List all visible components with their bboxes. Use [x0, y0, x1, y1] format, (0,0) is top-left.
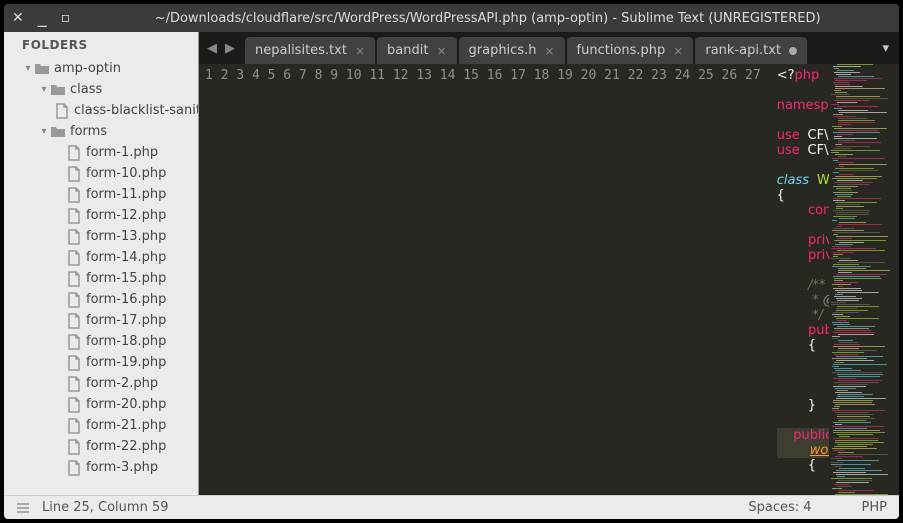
- nav-back-icon[interactable]: ◀: [203, 41, 221, 56]
- tree-item-label: form-22.php: [86, 439, 166, 454]
- tree-item-label: form-11.php: [86, 187, 166, 202]
- tree-file[interactable]: form-19.php: [4, 352, 198, 373]
- tree-folder[interactable]: ▾ forms: [4, 121, 198, 142]
- code-editor[interactable]: <?php namespace CF\WordPress; use CF\Int…: [771, 64, 829, 495]
- tree-item-label: form-10.php: [86, 166, 166, 181]
- folder-tree[interactable]: ▾ amp-optin ▾ class class-blacklist-sanitize…: [4, 58, 198, 495]
- tree-file[interactable]: form-14.php: [4, 247, 198, 268]
- tree-file[interactable]: form-1.php: [4, 142, 198, 163]
- syntax-mode[interactable]: PHP: [862, 500, 887, 515]
- tab-label: rank-api.txt: [705, 43, 781, 58]
- close-tab-icon[interactable]: ×: [544, 44, 554, 58]
- dirty-indicator-icon: [789, 47, 797, 55]
- sidebar: FOLDERS ▾ amp-optin ▾ class class-blacklist-…: [4, 32, 199, 495]
- tree-file[interactable]: form-11.php: [4, 184, 198, 205]
- chevron-down-icon: ▾: [38, 126, 50, 137]
- indent-setting[interactable]: Spaces: 4: [748, 500, 811, 515]
- tree-item-label: form-15.php: [86, 271, 166, 286]
- tree-item-label: form-17.php: [86, 313, 166, 328]
- tree-file[interactable]: form-16.php: [4, 289, 198, 310]
- tree-file[interactable]: form-13.php: [4, 226, 198, 247]
- tree-item-label: form-18.php: [86, 334, 166, 349]
- tree-item-label: form-2.php: [86, 376, 158, 391]
- tree-file[interactable]: form-22.php: [4, 436, 198, 457]
- tree-file[interactable]: class-blacklist-sanitizer.php: [4, 100, 198, 121]
- tree-item-label: form-16.php: [86, 292, 166, 307]
- cursor-position: Line 25, Column 59: [42, 500, 169, 515]
- close-tab-icon[interactable]: ×: [436, 44, 446, 58]
- tree-file[interactable]: form-15.php: [4, 268, 198, 289]
- minimap[interactable]: [829, 64, 899, 495]
- tree-item-label: form-19.php: [86, 355, 166, 370]
- tab[interactable]: nepalisites.txt ×: [245, 37, 375, 64]
- tree-item-label: form-1.php: [86, 145, 158, 160]
- tab-label: functions.php: [577, 43, 666, 58]
- tree-item-label: forms: [70, 124, 107, 139]
- tree-file[interactable]: form-2.php: [4, 373, 198, 394]
- close-tab-icon[interactable]: ×: [673, 44, 683, 58]
- window-title: ~/Downloads/cloudflare/src/WordPress/Wor…: [84, 11, 891, 26]
- tree-item-label: form-21.php: [86, 418, 166, 433]
- tree-file[interactable]: form-17.php: [4, 310, 198, 331]
- tree-item-label: class: [70, 82, 102, 97]
- menu-icon[interactable]: [16, 501, 30, 515]
- tree-file[interactable]: form-12.php: [4, 205, 198, 226]
- close-tab-icon[interactable]: ×: [355, 44, 365, 58]
- close-icon[interactable]: ✕: [12, 10, 24, 26]
- tab-label: bandit: [387, 43, 428, 58]
- line-gutter: 1 2 3 4 5 6 7 8 9 10 11 12 13 14 15 16 1…: [199, 64, 771, 495]
- tree-file[interactable]: form-20.php: [4, 394, 198, 415]
- tab-bar: ◀ ▶ nepalisites.txt×bandit×graphics.h×fu…: [199, 32, 899, 64]
- tree-item-label: form-13.php: [86, 229, 166, 244]
- chevron-down-icon: ▾: [22, 63, 34, 74]
- tab-overflow-icon[interactable]: ▾: [872, 41, 899, 56]
- tab-label: nepalisites.txt: [255, 43, 347, 58]
- tree-item-label: form-12.php: [86, 208, 166, 223]
- tree-item-label: form-20.php: [86, 397, 166, 412]
- tree-folder[interactable]: ▾ class: [4, 79, 198, 100]
- tab[interactable]: graphics.h ×: [459, 37, 565, 64]
- tab[interactable]: bandit ×: [377, 37, 456, 64]
- tree-folder[interactable]: ▾ amp-optin: [4, 58, 198, 79]
- tree-file[interactable]: form-18.php: [4, 331, 198, 352]
- tree-file[interactable]: form-21.php: [4, 415, 198, 436]
- sidebar-header: FOLDERS: [4, 32, 198, 58]
- chevron-down-icon: ▾: [38, 84, 50, 95]
- tree-file[interactable]: form-10.php: [4, 163, 198, 184]
- tab[interactable]: functions.php ×: [567, 37, 694, 64]
- titlebar: ✕ _ ▫ ~/Downloads/cloudflare/src/WordPre…: [4, 4, 899, 32]
- tree-item-label: form-3.php: [86, 460, 158, 475]
- tree-item-label: class-blacklist-sanitizer.php: [74, 103, 198, 118]
- tab-label: graphics.h: [469, 43, 537, 58]
- status-bar: Line 25, Column 59 Spaces: 4 PHP: [4, 495, 899, 519]
- tree-item-label: form-14.php: [86, 250, 166, 265]
- tree-file[interactable]: form-3.php: [4, 457, 198, 478]
- nav-forward-icon[interactable]: ▶: [221, 41, 239, 56]
- minimize-icon[interactable]: _: [38, 14, 47, 22]
- tab[interactable]: rank-api.txt: [695, 37, 807, 64]
- maximize-icon[interactable]: ▫: [61, 10, 71, 26]
- tree-item-label: amp-optin: [54, 61, 121, 76]
